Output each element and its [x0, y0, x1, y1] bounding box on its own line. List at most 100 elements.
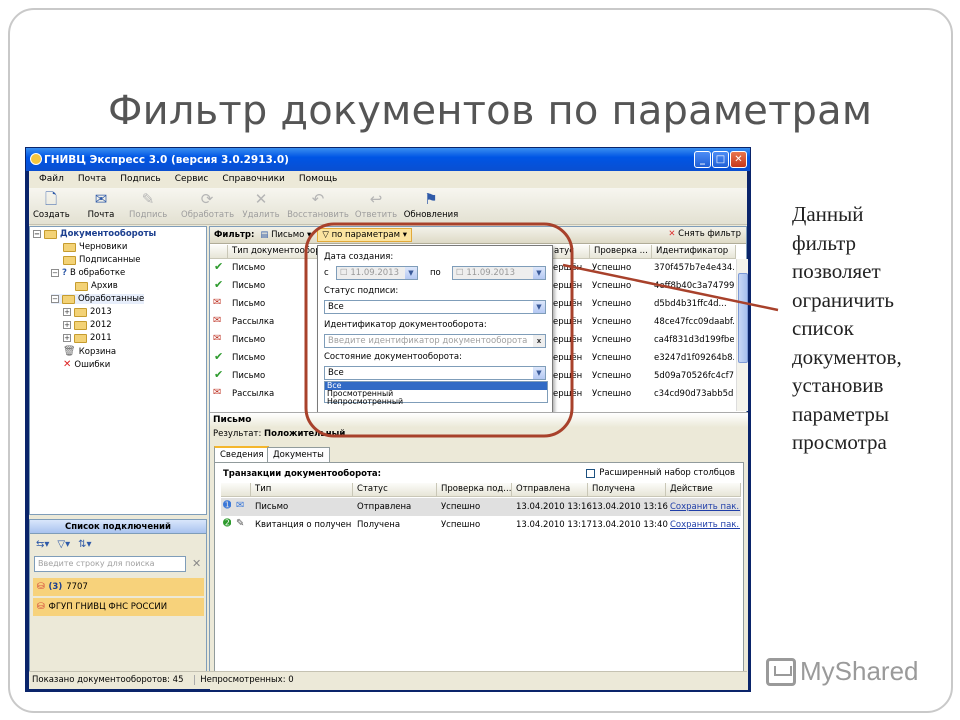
filter-icon[interactable]: ▽▾	[57, 539, 70, 550]
reply-button[interactable]: ↩ Ответить	[353, 190, 399, 223]
table-row[interactable]: ➋ ✎ Квитанция о получен... Получена Успе…	[221, 516, 741, 534]
sort-icon[interactable]: ⇅▾	[78, 539, 91, 550]
status-bar: Показано документооборотов: 45 Непросмот…	[29, 671, 747, 689]
column-header-type[interactable]: Тип	[251, 483, 353, 497]
column-header-action[interactable]: Действие	[666, 483, 741, 497]
tree-item-2012[interactable]: +2012	[63, 320, 112, 330]
check-icon: ✔	[214, 350, 224, 363]
column-header-received[interactable]: Получена	[588, 483, 666, 497]
scrollbar-thumb[interactable]	[738, 273, 748, 363]
tree-item-archive[interactable]: Архив	[75, 281, 118, 291]
tree-item-processed[interactable]: − Обработанные	[51, 294, 145, 304]
column-header-type[interactable]: Тип документооборо	[228, 245, 323, 259]
column-header-sent[interactable]: Отправлена	[512, 483, 588, 497]
column-header-check[interactable]: Проверка ...	[590, 245, 652, 259]
updates-button[interactable]: ⚑ Обновления	[403, 190, 459, 223]
checkbox-icon[interactable]: ☐	[340, 268, 348, 278]
collapse-icon[interactable]: −	[51, 269, 59, 277]
folder-icon	[74, 333, 87, 343]
envelope-icon: ✉	[213, 387, 222, 398]
menu-file[interactable]: Файл	[39, 174, 64, 184]
state-option-unviewed[interactable]: Непросмотренный	[325, 398, 547, 406]
doc-id-input[interactable]: Введите идентификатор документооборота x	[324, 334, 546, 348]
incoming-icon: ➋	[223, 518, 232, 529]
tree-item-2013[interactable]: +2013	[63, 307, 112, 317]
column-header-icon[interactable]	[221, 483, 251, 497]
delete-button[interactable]: ✕ Удалить	[241, 190, 281, 223]
extended-columns-toggle[interactable]: Расширенный набор столбцов	[586, 468, 735, 478]
state-select[interactable]: Все ▼	[324, 366, 546, 380]
expand-icon[interactable]: +	[63, 334, 71, 342]
trash-icon: 🗑	[63, 346, 76, 357]
process-button[interactable]: ⟳ Обработать	[181, 190, 234, 223]
reply-icon: ↩	[369, 190, 383, 208]
clear-search-icon[interactable]: ✕	[192, 557, 201, 570]
close-button[interactable]: ✕	[730, 151, 747, 168]
menu-help[interactable]: Помощь	[299, 174, 337, 184]
collapse-icon[interactable]: −	[51, 295, 59, 303]
tab-info[interactable]: Сведения	[214, 446, 270, 462]
menu-sign[interactable]: Подпись	[120, 174, 160, 184]
collapse-icon[interactable]: −	[33, 230, 41, 238]
param-filter-dropdown[interactable]: ▽ по параметрам ▾	[317, 228, 412, 242]
add-connection-icon[interactable]: ⇆▾	[36, 539, 49, 550]
checkbox-icon[interactable]	[586, 468, 596, 478]
reset-filter-button[interactable]: ✕ Снять фильтр	[668, 229, 741, 239]
save-package-link[interactable]: Сохранить пак...	[670, 502, 740, 512]
mail-icon: ✉	[94, 190, 108, 208]
tree-item-drafts[interactable]: Черновики	[63, 242, 127, 252]
tree-item-2011[interactable]: +2011	[63, 333, 112, 343]
column-header-icon[interactable]	[210, 245, 228, 259]
tree-item-errors[interactable]: ✕ Ошибки	[63, 359, 110, 370]
clear-icon[interactable]: x	[533, 335, 545, 347]
connection-icon: ⛁	[37, 582, 45, 592]
new-doc-icon: 🗋	[44, 190, 58, 208]
column-header-status[interactable]: атус	[550, 245, 590, 259]
doc-filter-dropdown[interactable]: ▤ Письмо ▾	[260, 230, 311, 240]
connections-header: Список подключений	[30, 520, 206, 534]
mail-button[interactable]: ✉ Почта	[83, 190, 119, 223]
checkbox-icon[interactable]: ☐	[456, 268, 464, 278]
expand-icon[interactable]: +	[63, 321, 71, 329]
outgoing-icon: ➊	[223, 500, 232, 511]
connection-row[interactable]: ⛁ ФГУП ГНИВЦ ФНС РОССИИ	[33, 598, 204, 616]
close-icon: ✕	[668, 229, 676, 239]
chevron-down-icon[interactable]: ▼	[533, 301, 545, 313]
check-icon: ✔	[214, 278, 224, 291]
restore-button[interactable]: ↶ Восстановить	[287, 190, 349, 223]
save-package-link[interactable]: Сохранить пак...	[670, 520, 740, 530]
envelope-icon: ✉	[236, 500, 245, 511]
sign-status-select[interactable]: Все ▼	[324, 300, 546, 314]
minimize-button[interactable]: _	[694, 151, 711, 168]
unread-count: Непросмотренных: 0	[194, 675, 294, 685]
maximize-button[interactable]: □	[712, 151, 729, 168]
chevron-down-icon[interactable]: ▼	[405, 267, 417, 279]
table-row[interactable]: ➊ ✉ Письмо Отправлена Успешно 13.04.2010…	[221, 498, 741, 516]
to-label: по	[430, 268, 441, 278]
menu-references[interactable]: Справочники	[222, 174, 285, 184]
create-button[interactable]: 🗋 Создать	[33, 190, 70, 223]
column-header-check[interactable]: Проверка под...	[437, 483, 512, 497]
documents-scrollbar[interactable]	[736, 259, 748, 411]
receipt-icon: ✎	[236, 518, 245, 529]
menu-service[interactable]: Сервис	[175, 174, 209, 184]
menu-mail[interactable]: Почта	[78, 174, 106, 184]
date-from-field[interactable]: ☐ 11.09.2013 ▼	[336, 266, 418, 280]
tree-item-signed[interactable]: Подписанные	[63, 255, 141, 265]
connection-search-input[interactable]: Введите строку для поиска	[34, 556, 186, 572]
window-titlebar[interactable]: ГНИВЦ Экспресс 3.0 (версия 3.0.2913.0) _…	[26, 148, 750, 171]
tab-documents[interactable]: Документы	[267, 447, 330, 462]
folder-icon	[74, 320, 87, 330]
column-header-id[interactable]: Идентификатор	[652, 245, 736, 259]
note-line: документов,	[792, 344, 902, 369]
column-header-status[interactable]: Статус	[353, 483, 437, 497]
expand-icon[interactable]: +	[63, 308, 71, 316]
sign-button[interactable]: ✎ Подпись	[129, 190, 167, 223]
connection-row[interactable]: ⛁ (3) 7707	[33, 578, 204, 596]
date-to-field[interactable]: ☐ 11.09.2013 ▼	[452, 266, 546, 280]
chevron-down-icon[interactable]: ▼	[533, 367, 545, 379]
tree-item-processing[interactable]: −? В обработке	[51, 268, 125, 278]
tree-item-trash[interactable]: 🗑 Корзина	[63, 346, 116, 357]
chevron-down-icon[interactable]: ▼	[533, 267, 545, 279]
tree-root[interactable]: − Документообороты	[33, 229, 156, 239]
